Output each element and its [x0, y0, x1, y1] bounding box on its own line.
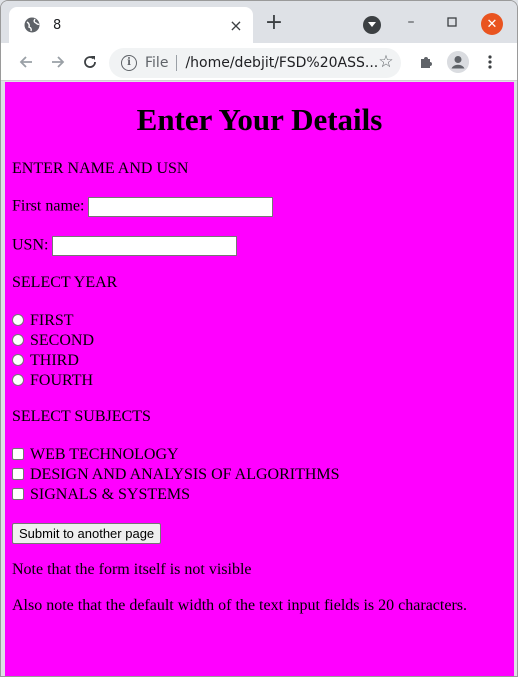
address-bar[interactable]: i File /home/debjit/FSD%20ASS... [109, 48, 401, 78]
subject-checkbox-web[interactable]: WEB TECHNOLOGY [12, 446, 179, 464]
maximize-button[interactable] [443, 13, 461, 31]
radio-circle[interactable] [12, 314, 24, 327]
minimize-button[interactable]: – [402, 13, 420, 31]
tab-active[interactable]: 8 × [9, 7, 253, 43]
usn-row: USN: [12, 236, 238, 256]
checkbox[interactable] [12, 448, 24, 461]
select-year-label: SELECT YEAR [12, 274, 118, 291]
year-label: THIRD [30, 352, 79, 369]
tab-title: 8 [53, 17, 62, 33]
info-icon[interactable]: i [121, 55, 137, 71]
radio-circle[interactable] [12, 334, 24, 347]
browser-window: 8 × + – ✕ i File /home/debjit/FSD%20ASS.… [0, 0, 518, 677]
year-label: SECOND [30, 332, 95, 349]
back-arrow-icon[interactable] [15, 51, 37, 73]
tab-search-icon[interactable] [363, 16, 381, 34]
checkbox[interactable] [12, 488, 24, 501]
subject-label: SIGNALS & SYSTEMS [30, 486, 191, 503]
page-title: Enter Your Details [136, 102, 383, 137]
new-tab-button[interactable]: + [263, 12, 285, 35]
profile-avatar-icon[interactable] [447, 51, 469, 73]
address-separator [176, 55, 178, 71]
usn-input[interactable] [52, 236, 238, 256]
checkbox[interactable] [12, 468, 24, 481]
tab-strip: 8 × + – ✕ [1, 1, 517, 43]
globe-icon [23, 16, 41, 34]
subject-checkbox-signals[interactable]: SIGNALS & SYSTEMS [12, 486, 190, 504]
page-content: Enter Your Details ENTER NAME AND USN Fi… [5, 82, 514, 676]
select-subjects-label: SELECT SUBJECTS [12, 408, 151, 425]
tab-close-icon[interactable]: × [225, 14, 247, 36]
name-usn-label: ENTER NAME AND USN [12, 160, 189, 177]
forward-arrow-icon[interactable] [47, 51, 69, 73]
first-name-label: First name: [12, 197, 85, 215]
year-radio-fourth[interactable]: FOURTH [12, 372, 93, 390]
address-url[interactable]: /home/debjit/FSD%20ASS... [185, 55, 378, 71]
menu-kebab-icon[interactable] [479, 51, 501, 73]
first-name-input[interactable] [88, 197, 274, 217]
submit-button[interactable]: Submit to another page [12, 523, 162, 544]
first-name-row: First name: [12, 197, 274, 217]
radio-circle[interactable] [12, 354, 24, 367]
year-label: FIRST [30, 312, 74, 329]
toolbar: i File /home/debjit/FSD%20ASS... ☆ [1, 43, 517, 81]
address-scheme: File [145, 55, 169, 71]
year-radio-third[interactable]: THIRD [12, 352, 79, 370]
subject-label: DESIGN AND ANALYSIS OF ALGORITHMS [30, 466, 340, 483]
extensions-puzzle-icon[interactable] [415, 51, 437, 73]
note-form-invisible: Note that the form itself is not visible [12, 561, 252, 578]
bookmark-star-icon[interactable]: ☆ [375, 51, 397, 73]
usn-label: USN: [12, 236, 49, 254]
note-default-width: Also note that the default width of the … [12, 597, 467, 614]
subject-checkbox-daa[interactable]: DESIGN AND ANALYSIS OF ALGORITHMS [12, 466, 340, 484]
year-radio-first[interactable]: FIRST [12, 312, 74, 330]
subject-label: WEB TECHNOLOGY [30, 446, 179, 463]
window-close-button[interactable]: ✕ [481, 13, 503, 35]
reload-icon[interactable] [79, 51, 101, 73]
radio-circle[interactable] [12, 374, 24, 387]
year-label: FOURTH [30, 372, 94, 389]
year-radio-second[interactable]: SECOND [12, 332, 94, 350]
